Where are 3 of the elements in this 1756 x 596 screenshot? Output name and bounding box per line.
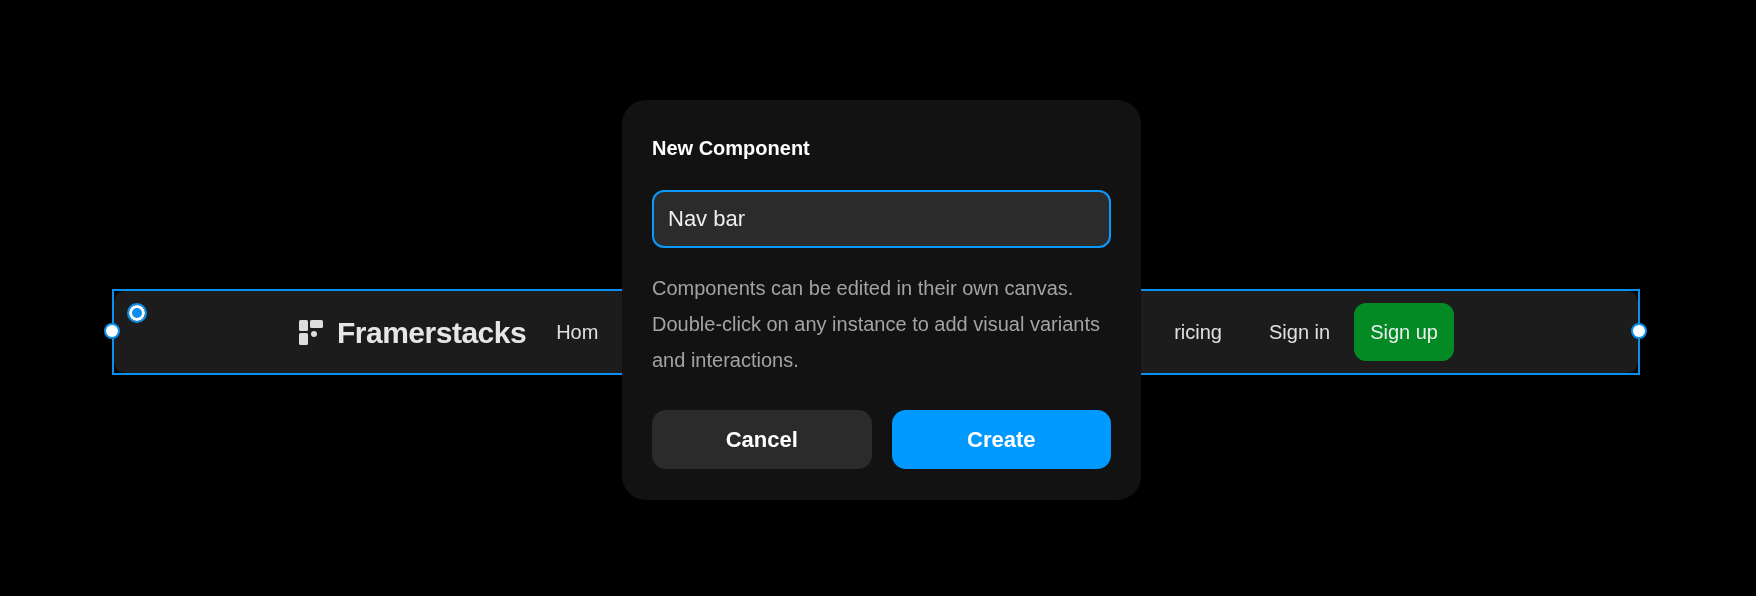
- dialog-title: New Component: [652, 136, 811, 160]
- logo-text: Framerstacks: [337, 314, 527, 351]
- dialog-description: Components can be edited in their own canvas. Double-click on any instance to add visual variants and interactions.: [652, 276, 1102, 373]
